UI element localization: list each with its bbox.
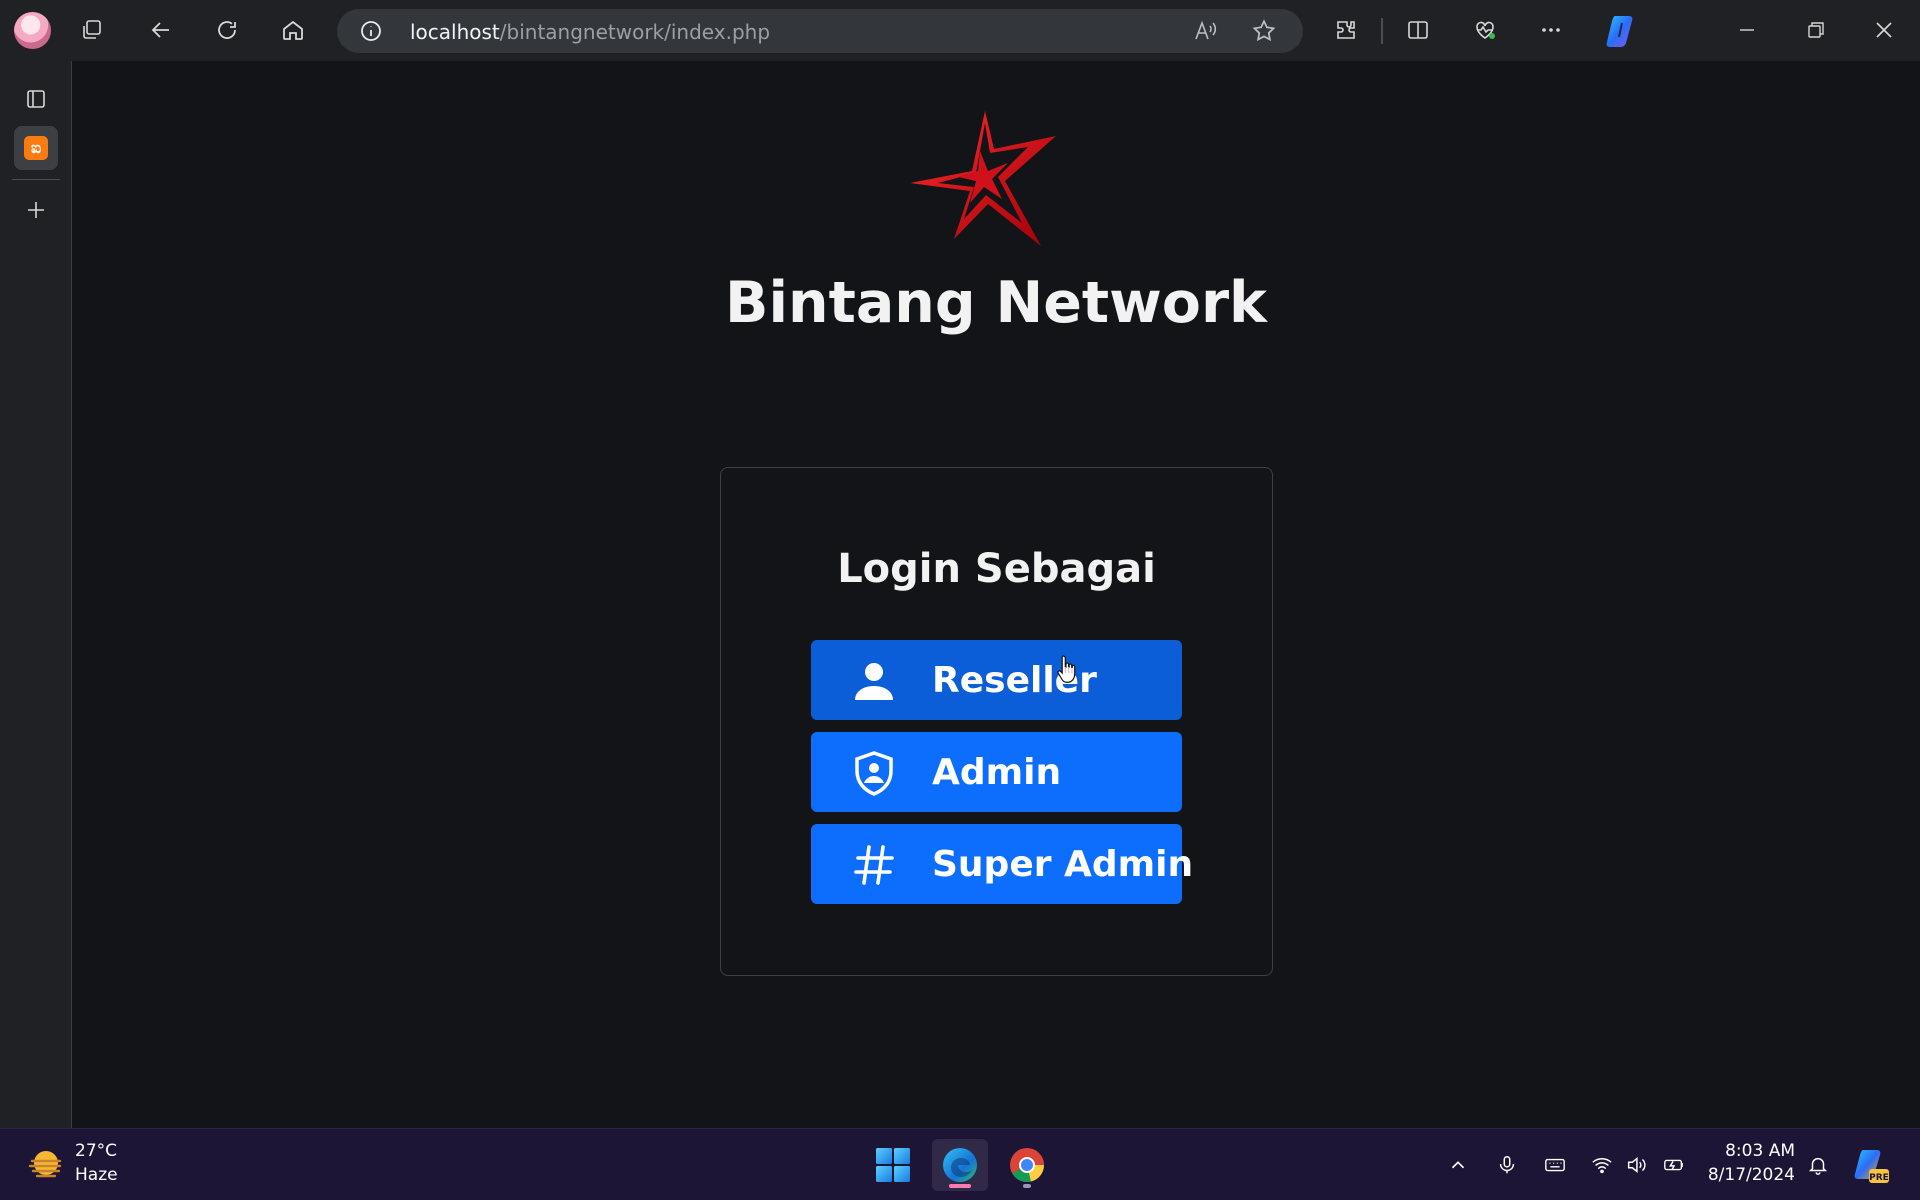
- minimize-icon[interactable]: [1727, 10, 1767, 50]
- new-tab-icon[interactable]: [14, 188, 58, 232]
- tab-xampp[interactable]: ಐ: [14, 126, 58, 170]
- login-card: Login Sebagai Reseller Admin Super Admin: [720, 467, 1273, 976]
- super-admin-button[interactable]: Super Admin: [811, 824, 1193, 904]
- hand-cursor-icon: [1057, 655, 1076, 683]
- windows-taskbar: 27°C Haze 8:03 AM 8/17/2024 PRE: [0, 1128, 1920, 1200]
- weather-temperature: 27°C: [75, 1141, 118, 1161]
- page-content: Bintang Network Login Sebagai Reseller A…: [72, 61, 1920, 1128]
- open-app-indicator: [1023, 1184, 1031, 1188]
- browser-essentials-icon[interactable]: [1465, 10, 1505, 50]
- keyboard-icon[interactable]: [1541, 1151, 1569, 1179]
- workspaces-icon[interactable]: [72, 10, 112, 50]
- xampp-favicon-icon: ಐ: [24, 136, 48, 160]
- profile-avatar[interactable]: [14, 12, 51, 49]
- show-hidden-icons-icon[interactable]: [1444, 1151, 1472, 1179]
- back-icon[interactable]: [141, 10, 181, 50]
- copilot-icon[interactable]: [1602, 11, 1642, 51]
- svg-text:PRE: PRE: [1869, 1173, 1889, 1183]
- toolbar-separator: [1381, 18, 1383, 44]
- edge-browser-icon: [943, 1148, 977, 1182]
- more-options-icon[interactable]: [1531, 10, 1571, 50]
- site-info-icon[interactable]: [359, 19, 383, 43]
- read-aloud-icon[interactable]: [1193, 18, 1219, 44]
- clock-date[interactable]: 8/17/2024: [1700, 1165, 1795, 1185]
- admin-button[interactable]: Admin: [811, 732, 1182, 812]
- reseller-button[interactable]: Reseller: [811, 640, 1182, 720]
- shield-user-icon: [851, 750, 897, 796]
- address-bar[interactable]: localhost/bintangnetwork/index.php: [337, 9, 1303, 53]
- vertical-tabs-sidebar: ಐ: [0, 61, 72, 1128]
- hash-icon: [851, 842, 897, 888]
- admin-label: Admin: [932, 752, 1062, 793]
- bintang-star-logo-icon: [910, 111, 1056, 246]
- extensions-icon[interactable]: [1326, 10, 1366, 50]
- taskbar-chrome[interactable]: [999, 1139, 1055, 1191]
- wifi-icon[interactable]: [1588, 1151, 1616, 1179]
- brand-title: Bintang Network: [725, 270, 1267, 336]
- super-admin-label: Super Admin: [932, 844, 1194, 885]
- windows-logo-icon: [876, 1148, 910, 1182]
- split-screen-icon[interactable]: [1398, 10, 1438, 50]
- close-icon[interactable]: [1864, 10, 1904, 50]
- start-button[interactable]: [865, 1139, 921, 1191]
- battery-icon[interactable]: [1660, 1151, 1688, 1179]
- weather-condition: Haze: [75, 1165, 118, 1185]
- refresh-icon[interactable]: [207, 10, 247, 50]
- login-heading: Login Sebagai: [837, 546, 1156, 592]
- volume-icon[interactable]: [1622, 1151, 1650, 1179]
- copilot-preview-icon[interactable]: PRE: [1851, 1147, 1891, 1185]
- haze-weather-icon[interactable]: [28, 1149, 64, 1181]
- browser-toolbar: localhost/bintangnetwork/index.php: [0, 0, 1920, 61]
- url-text: localhost/bintangnetwork/index.php: [410, 20, 771, 44]
- microphone-icon[interactable]: [1493, 1151, 1521, 1179]
- sidebar-divider: [12, 179, 60, 180]
- favorite-star-icon[interactable]: [1251, 18, 1277, 44]
- active-app-indicator: [949, 1184, 971, 1188]
- notification-bell-icon[interactable]: [1804, 1151, 1832, 1179]
- home-icon[interactable]: [273, 10, 313, 50]
- person-icon: [851, 658, 897, 704]
- restore-icon[interactable]: [1796, 10, 1836, 50]
- chrome-browser-icon: [1010, 1148, 1044, 1182]
- taskbar-edge[interactable]: [932, 1139, 988, 1191]
- clock-time[interactable]: 8:03 AM: [1700, 1141, 1795, 1161]
- tab-actions-icon[interactable]: [14, 77, 58, 121]
